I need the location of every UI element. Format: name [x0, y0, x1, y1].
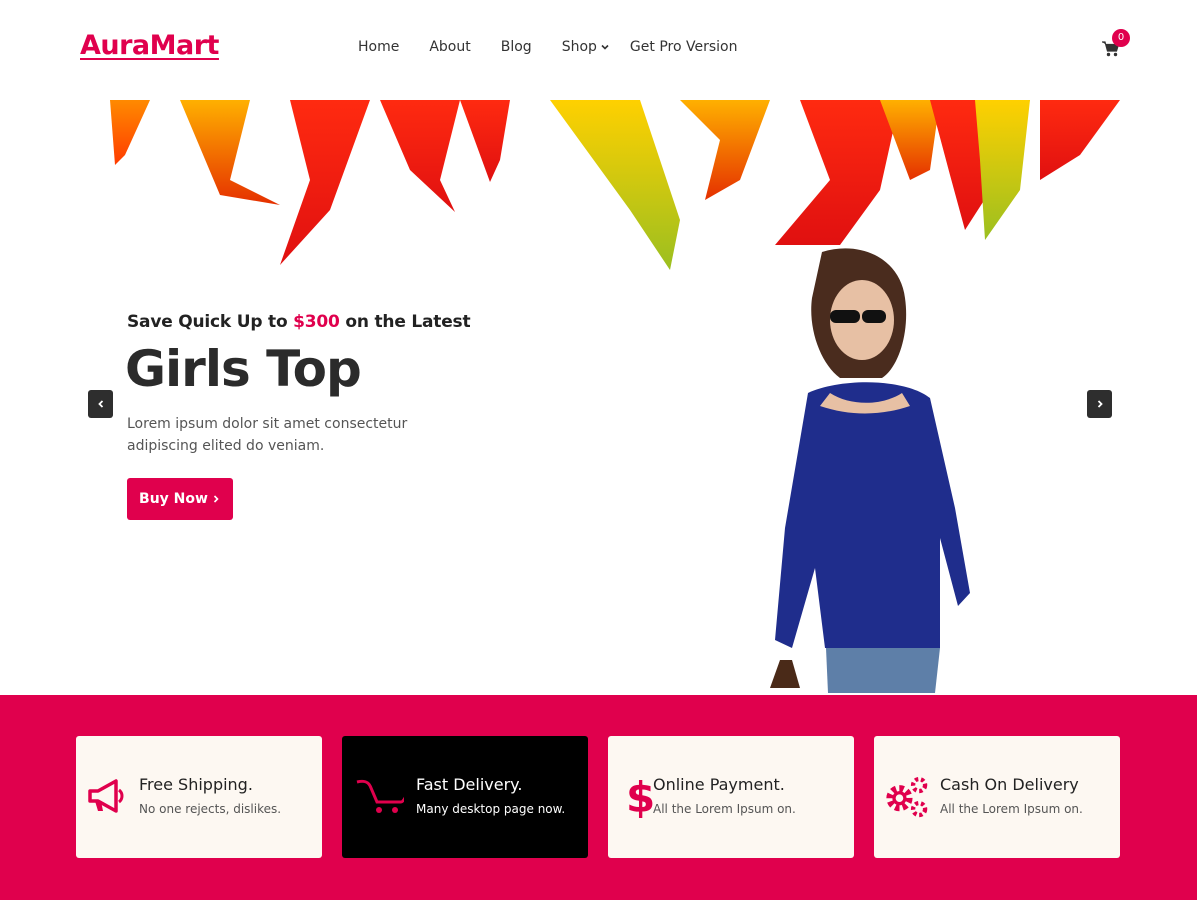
hero-description: Lorem ipsum dolor sit amet consectetur a… — [127, 413, 427, 457]
feature-card-free-shipping: Free Shipping. No one rejects, dislikes. — [76, 736, 322, 858]
nav-item-shop[interactable]: Shop — [562, 39, 610, 55]
nav-item-shop-label: Shop — [561, 39, 597, 55]
hero-eyebrow: Save Quick Up to $300 on the Latest — [127, 312, 471, 332]
feature-card-fast-delivery: Fast Delivery. Many desktop page now. — [342, 736, 588, 858]
slider-next-button[interactable] — [1087, 390, 1112, 418]
svg-text:$: $ — [626, 774, 655, 818]
feature-card-cash-on-delivery: Cash On Delivery All the Lorem Ipsum on. — [874, 736, 1120, 858]
buy-now-label: Buy Now — [139, 491, 208, 507]
nav-item-home[interactable]: Home — [358, 39, 399, 55]
feature-subtitle: Many desktop page now. — [416, 802, 566, 816]
feature-title: Free Shipping. — [139, 775, 253, 794]
site-header: AuraMart Home About Blog Shop Get Pro Ve… — [0, 0, 1200, 100]
chevron-left-icon — [97, 400, 103, 408]
feature-subtitle: No one rejects, dislikes. — [139, 802, 282, 816]
hero-eyebrow-prefix: Save Quick Up to — [127, 312, 294, 332]
site-logo[interactable]: AuraMart — [80, 30, 219, 61]
hero-eyebrow-suffix: on the Latest — [339, 312, 471, 332]
hero-desc-line-2: adipiscing elited do veniam. — [127, 438, 325, 454]
feature-title: Cash On Delivery — [940, 775, 1079, 794]
buy-now-button[interactable]: Buy Now — [127, 478, 233, 520]
nav-item-get-pro[interactable]: Get Pro Version — [630, 39, 738, 55]
megaphone-icon — [88, 779, 124, 813]
gears-icon — [886, 776, 928, 818]
nav-item-blog[interactable]: Blog — [501, 39, 532, 55]
hero-title: Girls Top — [125, 340, 362, 398]
chevron-right-icon — [1097, 400, 1103, 408]
nav-item-about[interactable]: About — [429, 39, 470, 55]
feature-subtitle: All the Lorem Ipsum on. — [653, 802, 796, 816]
feature-title: Fast Delivery. — [416, 775, 523, 794]
feature-subtitle: All the Lorem Ipsum on. — [940, 802, 1083, 816]
main-nav: Home About Blog Shop Get Pro Version — [358, 39, 767, 55]
cart-count-badge: 0 — [1112, 29, 1130, 47]
chevron-right-icon — [213, 495, 219, 503]
features-band: Free Shipping. No one rejects, dislikes.… — [0, 695, 1197, 900]
hero-slider: Save Quick Up to $300 on the Latest Girl… — [80, 100, 1120, 695]
cart-icon — [356, 779, 404, 813]
hero-eyebrow-amount: $300 — [293, 312, 340, 332]
chevron-down-icon — [601, 44, 609, 50]
slider-prev-button[interactable] — [88, 390, 113, 418]
model-woman-image — [770, 248, 970, 693]
hero-desc-line-1: Lorem ipsum dolor sit amet consectetur — [127, 416, 408, 432]
feature-title: Online Payment. — [653, 775, 785, 794]
feature-card-online-payment: $ Online Payment. All the Lorem Ipsum on… — [608, 736, 854, 858]
